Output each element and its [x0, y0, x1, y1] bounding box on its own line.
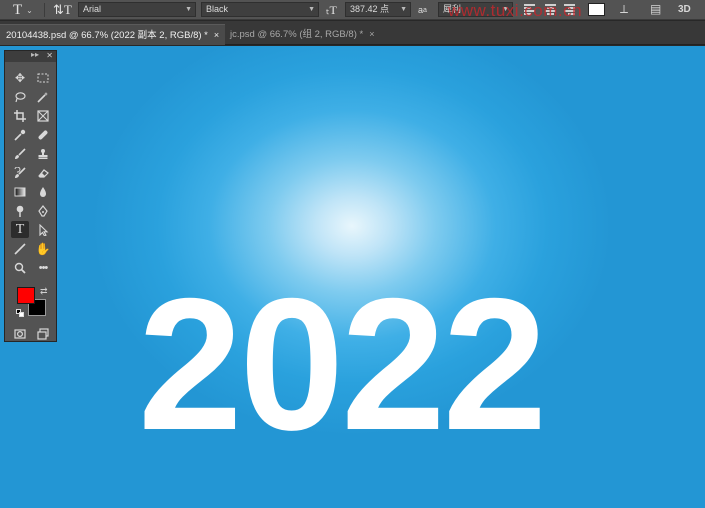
blur-tool-icon[interactable] [34, 183, 52, 200]
tools-panel: ▸▸ ✕ ✥ T ✋ ••• ⇄ [4, 50, 57, 342]
anti-alias-icon: aa [418, 5, 427, 15]
quick-mask-icon[interactable] [11, 325, 29, 342]
swap-colors-icon[interactable]: ⇄ [40, 286, 48, 297]
clone-stamp-tool-icon[interactable] [34, 145, 52, 162]
font-style-select[interactable]: Black ▼ [201, 2, 319, 17]
zoom-tool-icon[interactable] [11, 259, 29, 276]
marquee-tool-icon[interactable] [34, 69, 52, 86]
type-tool-icon: T [13, 1, 23, 18]
text-orientation-icon: ⇅T [53, 2, 72, 17]
font-family-value: Arial [83, 4, 102, 14]
divider [44, 3, 45, 17]
default-colors-icon[interactable] [16, 309, 24, 317]
document-canvas[interactable]: 2022 [0, 46, 705, 508]
font-family-select[interactable]: Arial ▼ [78, 2, 196, 17]
close-icon[interactable]: × [369, 29, 374, 39]
tab-label: 20104438.psd @ 66.7% (2022 副本 2, RGB/8) … [6, 30, 208, 41]
tab-jc[interactable]: jc.psd @ 66.7% (组 2, RGB/8) * × [224, 24, 380, 45]
history-brush-tool-icon[interactable] [11, 164, 29, 181]
font-size-icon: ₜT [326, 2, 337, 17]
mode-row [5, 325, 58, 341]
warp-text-icon[interactable]: ⟂ [620, 2, 628, 17]
lasso-tool-icon[interactable] [11, 88, 29, 105]
chevron-down-icon: ▼ [308, 6, 315, 13]
text-color-swatch[interactable] [588, 3, 605, 16]
chevron-down-icon: ▼ [400, 6, 407, 13]
dodge-tool-icon[interactable] [11, 202, 29, 219]
character-panel-icon[interactable]: ▤ [650, 2, 661, 16]
eraser-tool-icon[interactable] [34, 164, 52, 181]
watermark-text: www.tuxi.com.cn [448, 1, 583, 20]
screen-mode-icon[interactable] [34, 325, 52, 342]
type-tool-icon[interactable]: T [11, 221, 29, 238]
crop-tool-icon[interactable] [11, 107, 29, 124]
gradient-tool-icon[interactable] [11, 183, 29, 200]
font-size-input[interactable]: 387.42 点 ▼ [345, 2, 411, 17]
tab-label: jc.psd @ 66.7% (组 2, RGB/8) * [230, 29, 364, 40]
frame-tool-icon[interactable] [34, 107, 52, 124]
options-bar: T ⌄ ⇅T Arial ▼ Black ▼ ₜT 387.42 点 ▼ aa … [0, 0, 705, 20]
healing-brush-tool-icon[interactable] [34, 126, 52, 143]
line-tool-icon[interactable] [11, 240, 29, 257]
more-tools-icon[interactable]: ••• [34, 259, 52, 276]
eyedropper-tool-icon[interactable] [11, 126, 29, 143]
tab-20104438[interactable]: 20104438.psd @ 66.7% (2022 副本 2, RGB/8) … [0, 24, 226, 45]
magic-wand-tool-icon[interactable] [34, 88, 52, 105]
move-tool-icon[interactable]: ✥ [11, 69, 29, 86]
font-style-value: Black [206, 4, 229, 14]
brush-tool-icon[interactable] [11, 145, 29, 162]
tool-preset-picker[interactable]: T ⌄ [13, 0, 33, 20]
foreground-color-swatch[interactable] [17, 287, 35, 304]
3d-mode-button[interactable]: 3D [678, 4, 691, 15]
close-icon[interactable]: ✕ [46, 51, 53, 60]
chevron-down-icon: ▼ [185, 6, 192, 13]
collapse-icon[interactable]: ▸▸ [31, 50, 39, 59]
document-tab-bar: 20104438.psd @ 66.7% (2022 副本 2, RGB/8) … [0, 21, 705, 45]
tools-panel-header[interactable]: ▸▸ ✕ [5, 50, 56, 62]
close-icon[interactable]: × [214, 30, 219, 40]
chevron-down-icon: ⌄ [26, 5, 33, 15]
font-size-value: 387.42 点 [350, 4, 390, 14]
hand-tool-icon[interactable]: ✋ [34, 240, 52, 257]
pen-tool-icon[interactable] [34, 202, 52, 219]
text-orientation-toggle[interactable]: ⇅T [53, 0, 72, 20]
path-selection-tool-icon[interactable] [34, 221, 52, 238]
canvas-text-layer[interactable]: 2022 [138, 270, 638, 458]
